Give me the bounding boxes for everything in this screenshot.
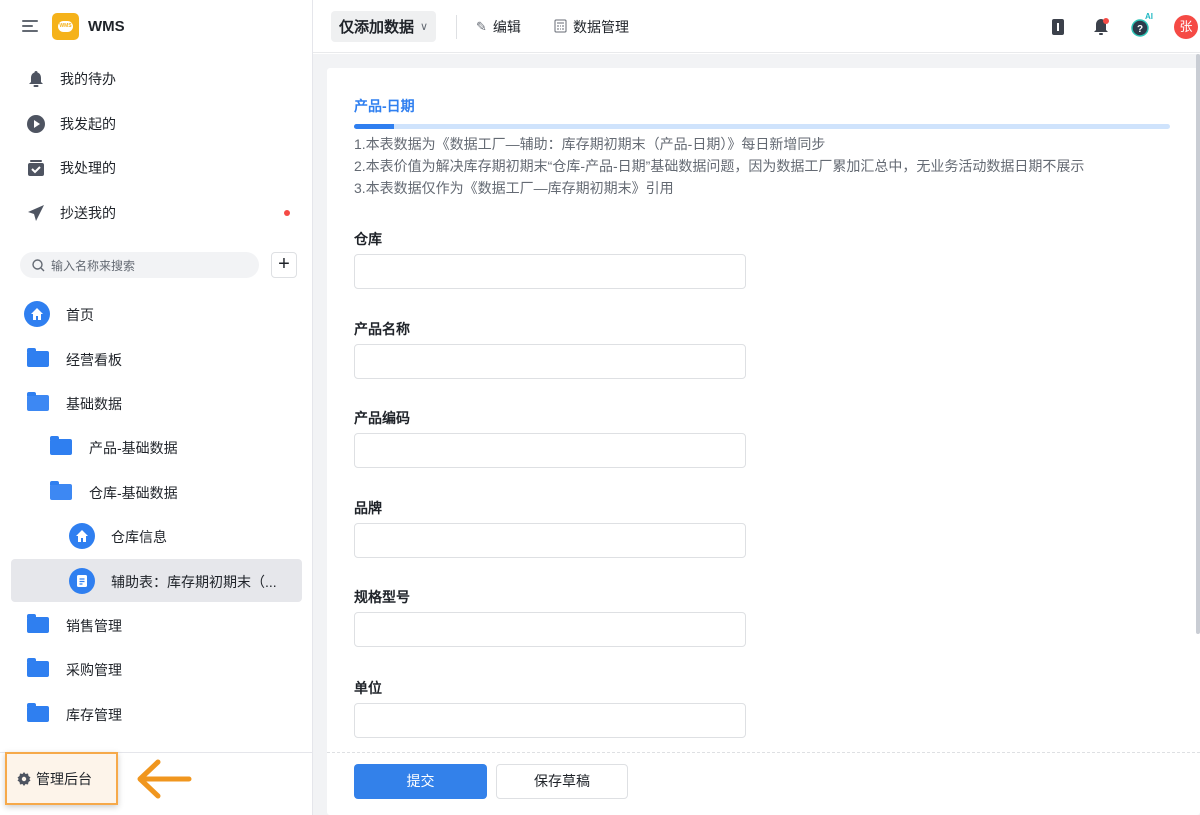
folder-icon	[27, 657, 53, 681]
search-input[interactable]: 输入名称来搜索	[20, 252, 259, 278]
notification-bell-icon[interactable]	[1090, 16, 1112, 38]
field-brand: 品牌	[354, 498, 746, 558]
tree-item-warehouse-info[interactable]: 仓库信息	[11, 514, 302, 557]
tree-item-product-basic[interactable]: 产品-基础数据	[11, 425, 302, 468]
divider	[327, 752, 1200, 753]
avatar[interactable]: 张	[1174, 15, 1198, 39]
divider	[456, 15, 457, 39]
unit-input[interactable]	[354, 703, 746, 738]
unread-dot	[284, 210, 290, 216]
folder-icon	[27, 702, 53, 726]
sidebar: WMS WMS 我的待办 我发起的 我处理的 抄送我的 输入名称来搜索 + 首页…	[0, 0, 313, 815]
field-spec-model: 规格型号	[354, 587, 746, 647]
brand: WMS WMS	[22, 12, 125, 40]
submit-button[interactable]: 提交	[354, 764, 487, 799]
mode-dropdown[interactable]: 仅添加数据 ∨	[331, 11, 437, 42]
form-card: 产品-日期 1.本表数据为《数据工厂—辅助：库存期初期末（产品-日期）》每日新增…	[327, 68, 1200, 815]
section-description: 1.本表数据为《数据工厂—辅助：库存期初期末（产品-日期）》每日新增同步 2.本…	[354, 136, 1085, 196]
tree-item-aux-table[interactable]: 辅助表：库存期初期末（...	[11, 559, 302, 602]
field-product-code: 产品编码	[354, 408, 746, 468]
data-manage-button[interactable]: 数据管理	[554, 17, 629, 37]
folder-open-icon	[50, 480, 76, 504]
tree-item-basic-data[interactable]: 基础数据	[11, 381, 302, 424]
nav-my-todo[interactable]: 我的待办	[0, 59, 313, 99]
tree-item-dashboard[interactable]: 经营看板	[11, 337, 302, 380]
section-underline	[354, 124, 1170, 129]
tree-item-home[interactable]: 首页	[11, 292, 302, 335]
calculator-icon	[554, 19, 567, 36]
field-warehouse: 仓库	[354, 229, 746, 289]
home-icon	[24, 301, 50, 327]
app-name: WMS	[88, 17, 125, 35]
save-draft-button[interactable]: 保存草稿	[496, 764, 628, 799]
folder-icon	[50, 435, 76, 459]
field-product-name: 产品名称	[354, 319, 746, 379]
nav-cc-me[interactable]: 抄送我的	[0, 193, 313, 233]
send-icon	[26, 203, 46, 223]
tree-item-sales[interactable]: 销售管理	[11, 603, 302, 646]
admin-console-button[interactable]: 管理后台	[5, 752, 118, 805]
spec-model-input[interactable]	[354, 612, 746, 647]
app-logo: WMS	[52, 12, 79, 40]
pencil-icon: ✎	[476, 19, 487, 34]
brand-input[interactable]	[354, 523, 746, 558]
svg-text:?: ?	[1137, 24, 1143, 35]
edit-button[interactable]: ✎ 编辑	[476, 17, 521, 37]
section-title: 产品-日期	[354, 98, 415, 114]
tree-item-purchase[interactable]: 采购管理	[11, 647, 302, 690]
folder-open-icon	[27, 391, 53, 415]
warehouse-input[interactable]	[354, 254, 746, 289]
form-icon	[69, 568, 95, 594]
home-icon	[69, 523, 95, 549]
gear-icon	[17, 771, 31, 786]
top-toolbar: 仅添加数据 ∨ ✎ 编辑 数据管理 ? AI 张	[313, 0, 1200, 53]
tree-item-inventory[interactable]: 库存管理	[11, 692, 302, 735]
product-name-input[interactable]	[354, 344, 746, 379]
arrow-left-icon	[135, 757, 194, 801]
field-unit: 单位	[354, 678, 746, 738]
play-circle-icon	[26, 114, 46, 134]
search-icon	[32, 258, 45, 271]
tree-item-warehouse-basic[interactable]: 仓库-基础数据	[11, 470, 302, 513]
nav-initiated[interactable]: 我发起的	[0, 104, 313, 144]
add-button[interactable]: +	[271, 252, 297, 278]
notebook-icon[interactable]	[1047, 16, 1069, 38]
folder-icon	[27, 347, 53, 371]
nav-processed[interactable]: 我处理的	[0, 148, 313, 188]
chevron-down-icon: ∨	[420, 21, 429, 33]
product-code-input[interactable]	[354, 433, 746, 468]
main-content: 产品-日期 1.本表数据为《数据工厂—辅助：库存期初期末（产品-日期）》每日新增…	[313, 54, 1200, 815]
ai-help-icon[interactable]: ? AI	[1130, 12, 1153, 38]
bell-icon	[26, 69, 46, 89]
inbox-check-icon	[26, 158, 46, 178]
scrollbar[interactable]	[1196, 54, 1200, 634]
folder-icon	[27, 613, 53, 637]
menu-icon[interactable]	[22, 17, 38, 35]
